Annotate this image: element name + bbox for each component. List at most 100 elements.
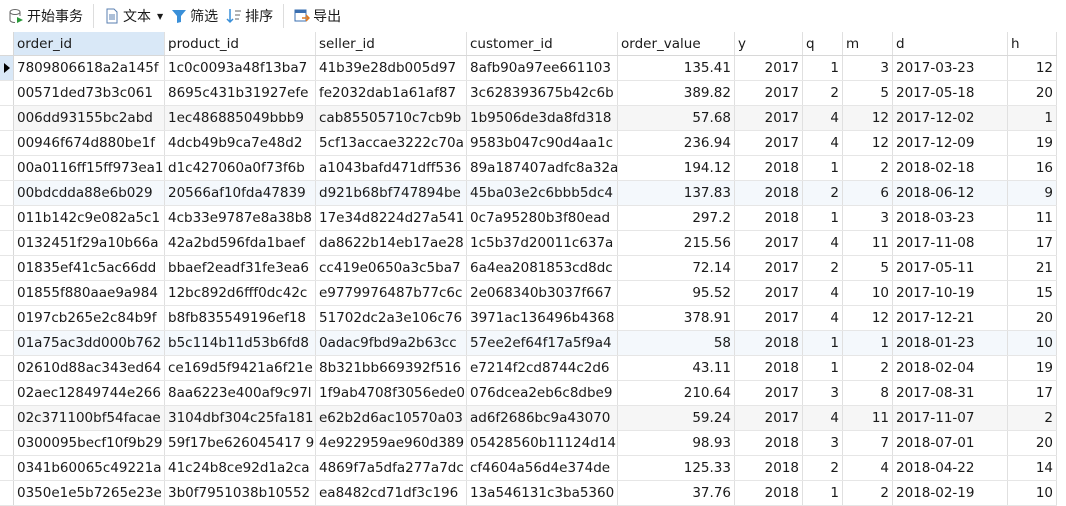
table-row[interactable]: 00bdcdda88e6b029 20566af10fda47839 d921b68… <box>0 181 1057 206</box>
cell-product-id[interactable]: 59f17be626045417 9 <box>165 431 316 455</box>
cell-d[interactable]: 2017-11-07 <box>893 406 1008 430</box>
table-row[interactable]: 02610d88ac343ed64 ce169d5f9421a6f21e 8b321… <box>0 356 1057 381</box>
cell-product-id[interactable]: 4cb33e9787e8a38b8 <box>165 206 316 230</box>
cell-m[interactable]: 11 <box>843 406 893 430</box>
cell-order-value[interactable]: 389.82 <box>618 81 735 105</box>
cell-h[interactable]: 10 <box>1008 331 1057 355</box>
row-header[interactable] <box>0 131 14 155</box>
cell-order-id[interactable]: 7809806618a2a145f <box>14 56 165 80</box>
cell-q[interactable]: 2 <box>803 456 843 480</box>
cell-seller-id[interactable]: 17e34d8224d27a541 <box>316 206 467 230</box>
table-row[interactable]: 01855f880aae9a984 12bc892d6fff0dc42c e9779… <box>0 281 1057 306</box>
cell-y[interactable]: 2017 <box>735 106 803 130</box>
table-row[interactable]: 02aec12849744e266 8aa6223e400af9c97l 1f9ab… <box>0 381 1057 406</box>
cell-h[interactable]: 16 <box>1008 156 1057 180</box>
cell-product-id[interactable]: d1c427060a0f73f6b <box>165 156 316 180</box>
row-header[interactable] <box>0 431 14 455</box>
cell-product-id[interactable]: 3b0f7951038b10552 <box>165 481 316 505</box>
cell-customer-id[interactable]: 076dcea2eb6c8dbe9 <box>467 381 618 405</box>
current-row-indicator-icon[interactable] <box>0 56 14 80</box>
cell-customer-id[interactable]: 1c5b37d20011c637a <box>467 231 618 255</box>
column-header-order-id[interactable]: order_id <box>14 32 165 55</box>
cell-y[interactable]: 2018 <box>735 456 803 480</box>
text-view-dropdown[interactable]: 文本 ▼ <box>100 3 167 29</box>
table-row[interactable]: 0300095becf10f9b29 59f17be626045417 9 4e92… <box>0 431 1057 456</box>
column-header-seller-id[interactable]: seller_id <box>316 32 467 55</box>
cell-customer-id[interactable]: 3971ac136496b4368 <box>467 306 618 330</box>
cell-m[interactable]: 2 <box>843 356 893 380</box>
cell-h[interactable]: 1 <box>1008 106 1057 130</box>
filter-button[interactable]: 筛选 <box>167 3 222 29</box>
cell-q[interactable]: 1 <box>803 356 843 380</box>
cell-order-value[interactable]: 137.83 <box>618 181 735 205</box>
table-row[interactable]: 01a75ac3dd000b762 b5c114b11d53b6fd8 0adac9… <box>0 331 1057 356</box>
cell-order-value[interactable]: 37.76 <box>618 481 735 505</box>
cell-seller-id[interactable]: 0adac9fbd9a2b63cc <box>316 331 467 355</box>
column-header-d[interactable]: d <box>893 32 1008 55</box>
cell-h[interactable]: 10 <box>1008 481 1057 505</box>
table-row[interactable]: 01835ef41c5ac66dd bbaef2eadf31fe3ea6 cc419… <box>0 256 1057 281</box>
cell-customer-id[interactable]: 9583b047c90d4aa1c <box>467 131 618 155</box>
cell-customer-id[interactable]: ad6f2686bc9a43070 <box>467 406 618 430</box>
cell-m[interactable]: 7 <box>843 431 893 455</box>
cell-q[interactable]: 1 <box>803 156 843 180</box>
cell-d[interactable]: 2017-12-09 <box>893 131 1008 155</box>
cell-order-value[interactable]: 43.11 <box>618 356 735 380</box>
cell-order-id[interactable]: 02c371100bf54facae <box>14 406 165 430</box>
cell-order-value[interactable]: 72.14 <box>618 256 735 280</box>
cell-q[interactable]: 4 <box>803 231 843 255</box>
cell-order-id[interactable]: 01835ef41c5ac66dd <box>14 256 165 280</box>
cell-seller-id[interactable]: 4e922959ae960d389 <box>316 431 467 455</box>
cell-h[interactable]: 20 <box>1008 81 1057 105</box>
cell-product-id[interactable]: b5c114b11d53b6fd8 <box>165 331 316 355</box>
cell-order-id[interactable]: 0197cb265e2c84b9f <box>14 306 165 330</box>
cell-m[interactable]: 12 <box>843 306 893 330</box>
cell-order-id[interactable]: 0350e1e5b7265e23e <box>14 481 165 505</box>
cell-d[interactable]: 2018-07-01 <box>893 431 1008 455</box>
cell-customer-id[interactable]: 05428560b11124d14 <box>467 431 618 455</box>
cell-d[interactable]: 2017-11-08 <box>893 231 1008 255</box>
row-header[interactable] <box>0 81 14 105</box>
cell-h[interactable]: 20 <box>1008 431 1057 455</box>
cell-d[interactable]: 2017-12-02 <box>893 106 1008 130</box>
cell-y[interactable]: 2018 <box>735 431 803 455</box>
cell-order-value[interactable]: 378.91 <box>618 306 735 330</box>
table-row[interactable]: 011b142c9e082a5c1 4cb33e9787e8a38b8 17e34d… <box>0 206 1057 231</box>
cell-order-value[interactable]: 125.33 <box>618 456 735 480</box>
cell-m[interactable]: 3 <box>843 56 893 80</box>
cell-y[interactable]: 2018 <box>735 331 803 355</box>
cell-d[interactable]: 2018-02-04 <box>893 356 1008 380</box>
cell-y[interactable]: 2018 <box>735 206 803 230</box>
cell-m[interactable]: 8 <box>843 381 893 405</box>
cell-y[interactable]: 2017 <box>735 81 803 105</box>
cell-order-value[interactable]: 194.12 <box>618 156 735 180</box>
table-row[interactable]: 0132451f29a10b66a 42a2bd596fda1baef da8622… <box>0 231 1057 256</box>
cell-product-id[interactable]: 42a2bd596fda1baef <box>165 231 316 255</box>
cell-q[interactable]: 4 <box>803 281 843 305</box>
table-row[interactable]: 00946f674d880be1f 4dcb49b9ca7e48d2 5cf13ac… <box>0 131 1057 156</box>
table-row[interactable]: 0197cb265e2c84b9f b8fb835549196ef18 51702d… <box>0 306 1057 331</box>
column-header-m[interactable]: m <box>843 32 893 55</box>
cell-h[interactable]: 19 <box>1008 356 1057 380</box>
cell-order-value[interactable]: 236.94 <box>618 131 735 155</box>
cell-h[interactable]: 17 <box>1008 231 1057 255</box>
begin-transaction-button[interactable]: 开始事务 <box>4 3 87 29</box>
row-header[interactable] <box>0 256 14 280</box>
cell-y[interactable]: 2017 <box>735 306 803 330</box>
cell-order-id[interactable]: 0341b60065c49221a <box>14 456 165 480</box>
cell-y[interactable]: 2017 <box>735 131 803 155</box>
cell-m[interactable]: 6 <box>843 181 893 205</box>
cell-h[interactable]: 9 <box>1008 181 1057 205</box>
cell-seller-id[interactable]: d921b68bf747894be <box>316 181 467 205</box>
cell-h[interactable]: 17 <box>1008 381 1057 405</box>
cell-y[interactable]: 2017 <box>735 281 803 305</box>
row-header[interactable] <box>0 456 14 480</box>
vertical-scrollbar[interactable] <box>1057 32 1066 497</box>
cell-customer-id[interactable]: 1b9506de3da8fd318 <box>467 106 618 130</box>
cell-seller-id[interactable]: 4869f7a5dfa277a7dc <box>316 456 467 480</box>
cell-product-id[interactable]: 41c24b8ce92d1a2ca <box>165 456 316 480</box>
cell-d[interactable]: 2018-02-19 <box>893 481 1008 505</box>
cell-m[interactable]: 12 <box>843 106 893 130</box>
cell-order-value[interactable]: 98.93 <box>618 431 735 455</box>
cell-order-value[interactable]: 135.41 <box>618 56 735 80</box>
